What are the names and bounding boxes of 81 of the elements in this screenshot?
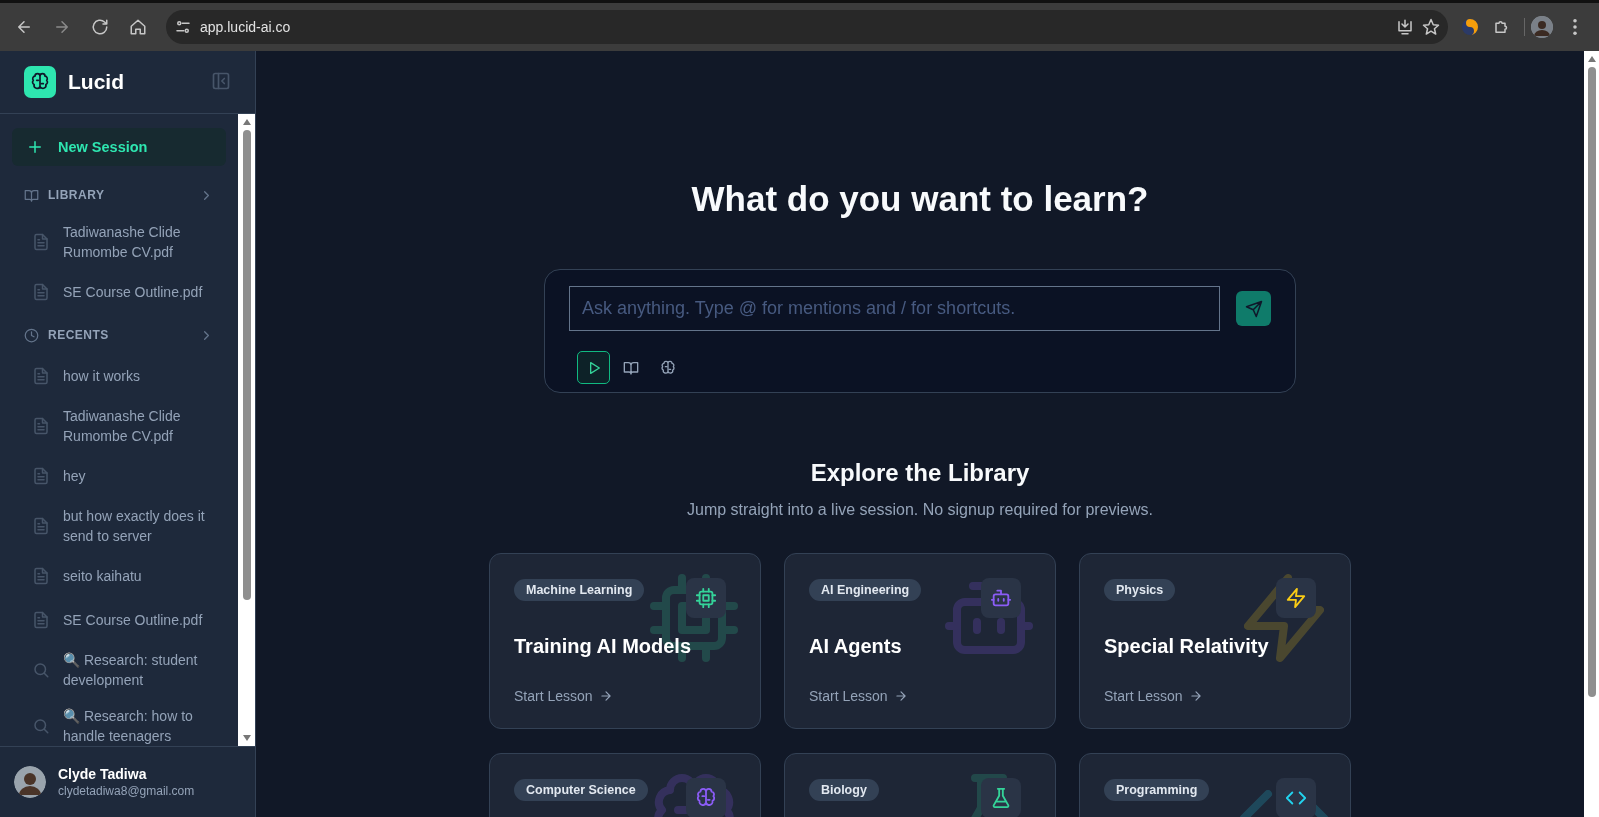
user-email: clydetadiwa8@gmail.com [58, 784, 195, 798]
back-arrow-icon [15, 18, 33, 36]
brain-logo-icon [24, 66, 56, 98]
document-icon [32, 467, 50, 485]
start-lesson-link[interactable]: Start Lesson [1104, 688, 1203, 704]
document-icon [32, 417, 50, 435]
sidebar-item[interactable]: seito kaihatu [12, 554, 226, 598]
section-header[interactable]: LIBRARY [12, 184, 226, 206]
address-bar[interactable]: app.lucid-ai.co [166, 10, 1448, 44]
section-subtitle: Jump straight into a live session. No signup required for previews. [687, 501, 1153, 519]
play-mode-button[interactable] [577, 351, 610, 384]
sidebar-collapse-icon [211, 70, 231, 91]
install-app-icon[interactable] [1396, 18, 1414, 36]
sidebar-item[interactable]: 🔍 Research: how to handle teenagers [12, 698, 226, 746]
scroll-down-icon[interactable] [241, 734, 252, 742]
plus-icon [26, 138, 44, 156]
category-tag: Machine Learning [514, 579, 645, 601]
search-icon [32, 717, 50, 735]
arrow-right-icon [1188, 689, 1203, 703]
document-icon [32, 611, 50, 629]
scrollbar[interactable] [238, 114, 255, 746]
brand-name: Lucid [68, 70, 124, 94]
document-icon [32, 517, 50, 535]
document-icon [32, 567, 50, 585]
sidebar-item[interactable]: SE Course Outline.pdf [12, 598, 226, 642]
forward-arrow-icon [53, 18, 71, 36]
card-title: Training AI Models [514, 635, 692, 658]
extension-icon[interactable] [1460, 17, 1480, 37]
category-tag: Biology [809, 779, 879, 801]
arrow-right-icon [893, 689, 908, 703]
document-icon [32, 367, 50, 385]
lesson-card[interactable]: Biology [784, 753, 1056, 817]
start-lesson-link[interactable]: Start Lesson [514, 688, 613, 704]
section-title: RECENTS [48, 328, 109, 342]
search-icon [32, 661, 50, 679]
scroll-up-icon[interactable] [241, 118, 252, 126]
card-title: Special Relativity [1104, 635, 1269, 658]
category-tag: Computer Science [514, 779, 648, 801]
reload-icon [91, 18, 109, 36]
lesson-card[interactable]: Programming [1079, 753, 1351, 817]
lesson-card[interactable]: Machine Learning Training AI Models Start Lesson [489, 553, 761, 729]
document-icon [32, 283, 50, 301]
send-icon [1244, 299, 1263, 318]
arrow-right-icon [598, 689, 613, 703]
scrollbar[interactable] [1584, 51, 1599, 817]
start-lesson-link[interactable]: Start Lesson [809, 688, 908, 704]
sidebar-item[interactable]: Tadiwanashe Clide Rumombe CV.pdf [12, 214, 226, 270]
sidebar-item[interactable]: how it works [12, 354, 226, 398]
url-text: app.lucid-ai.co [200, 19, 292, 35]
category-tag: AI Engineering [809, 579, 922, 601]
user-avatar-icon[interactable] [14, 766, 46, 798]
lesson-card[interactable]: Physics Special Relativity Start Lesson [1079, 553, 1351, 729]
site-settings-icon[interactable] [174, 18, 192, 36]
page-heading: What do you want to learn? [691, 179, 1149, 219]
sidebar-item[interactable]: SE Course Outline.pdf [12, 270, 226, 314]
section-header[interactable]: RECENTS [12, 324, 226, 346]
home-icon [129, 18, 147, 36]
sidebar-item[interactable]: Tadiwanashe Clide Rumombe CV.pdf [12, 398, 226, 454]
user-name: Clyde Tadiwa [58, 766, 148, 782]
category-tag: Programming [1104, 779, 1210, 801]
section-title: LIBRARY [48, 188, 105, 202]
menu-icon [1573, 19, 1577, 35]
bookmark-star-icon[interactable] [1422, 18, 1440, 36]
brain-icon [659, 359, 676, 376]
scroll-up-icon[interactable] [1586, 55, 1597, 63]
clock-icon [24, 327, 39, 343]
profile-avatar-icon[interactable] [1531, 16, 1553, 38]
card-title: AI Agents [809, 635, 902, 658]
new-session-button[interactable]: New Session [12, 128, 226, 166]
document-icon [32, 233, 50, 251]
section-heading: Explore the Library [810, 459, 1030, 487]
sidebar-item[interactable]: but how exactly does it send to server [12, 498, 226, 554]
book-icon [622, 359, 639, 376]
prompt-input-field[interactable]: Ask anything. Type @ for mentions and / for shortcuts. [569, 286, 1220, 331]
lesson-card[interactable]: AI Engineering AI Agents Start Lesson [784, 553, 1056, 729]
sidebar-item[interactable]: hey [12, 454, 226, 498]
send-button[interactable] [1236, 291, 1271, 326]
lesson-card[interactable]: Computer Science [489, 753, 761, 817]
category-tag: Physics [1104, 579, 1176, 601]
sidebar-item[interactable]: 🔍 Research: student development [12, 642, 226, 698]
book-icon [24, 187, 39, 203]
